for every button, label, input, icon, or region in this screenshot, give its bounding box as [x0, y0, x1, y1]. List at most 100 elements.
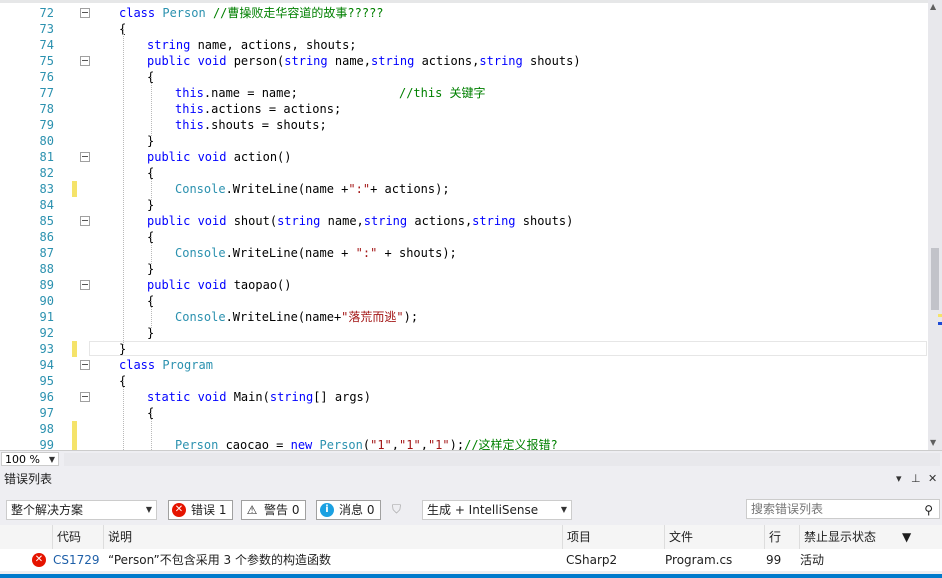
search-error-list[interactable]: ⚲ [746, 499, 940, 519]
warnings-filter-button[interactable]: ⚠ 警告 0 [241, 500, 306, 520]
code-token: .name = name; [203, 86, 298, 100]
code-token: shout( [226, 214, 278, 228]
code-line[interactable]: this.actions = actions; [175, 101, 341, 117]
indent-guide [151, 237, 152, 264]
col-suppression[interactable]: 禁止显示状态 [799, 525, 942, 549]
table-row[interactable]: ✕ CS1729 “Person”不包含采用 3 个参数的构造函数 CSharp… [0, 549, 942, 571]
panel-title-bar: 错误列表 ▾ ⊥ ✕ [0, 468, 942, 490]
indent-guide [151, 301, 152, 328]
code-token: .WriteLine(name + [225, 246, 356, 260]
code-token: } [147, 134, 155, 148]
line-number: 97 [39, 406, 54, 420]
collapse-icon[interactable] [80, 56, 90, 66]
line-number: 73 [39, 22, 54, 36]
code-token: this [175, 102, 204, 116]
col-file[interactable]: 文件 [664, 525, 764, 549]
code-token: shouts) [515, 214, 574, 228]
line-number: 92 [39, 326, 54, 340]
collapse-icon[interactable] [80, 216, 90, 226]
chevron-down-icon: ▼ [48, 455, 55, 464]
build-select[interactable]: 生成 + IntelliSense ▼ [422, 500, 572, 520]
col-project[interactable]: 项目 [562, 525, 664, 549]
error-icon: ✕ [32, 553, 46, 567]
code-token: action() [226, 150, 292, 164]
code-line[interactable]: class Program [119, 357, 213, 373]
code-token: public void [147, 214, 227, 228]
zoom-dropdown[interactable]: 100 % ▼ [1, 452, 59, 466]
line-number: 84 [39, 198, 54, 212]
col-line[interactable]: 行 [764, 525, 799, 549]
scope-select[interactable]: 整个解决方案 ▼ [6, 500, 157, 520]
line-number: 75 [39, 54, 54, 68]
code-token: "1" [370, 438, 392, 450]
code-token: this [175, 118, 204, 132]
line-number: 72 [39, 6, 54, 20]
code-line[interactable]: static void Main(string[] args) [147, 389, 371, 405]
build-select-value: 生成 + IntelliSense [427, 503, 539, 517]
error-suppression: 活动 [800, 553, 825, 567]
code-token: + shouts); [377, 246, 457, 260]
filter-icon[interactable]: ▼ [902, 530, 911, 544]
error-description: “Person”不包含采用 3 个参数的构造函数 [108, 553, 331, 567]
code-token: name, [327, 54, 371, 68]
change-indicator [72, 437, 77, 450]
code-token: [] args) [313, 390, 371, 404]
code-line[interactable]: this.shouts = shouts; [175, 117, 327, 133]
code-token: Person [162, 6, 206, 20]
collapse-icon[interactable] [80, 392, 90, 402]
col-code[interactable]: 代码 [52, 525, 103, 549]
error-code[interactable]: CS1729 [53, 549, 100, 571]
code-token: this [175, 86, 204, 100]
code-token: + actions); [370, 182, 450, 196]
code-line[interactable]: string name, actions, shouts; [147, 37, 357, 53]
code-line[interactable]: public void taopao() [147, 277, 292, 293]
messages-filter-button[interactable]: i 消息 0 [316, 500, 381, 520]
scroll-up-icon[interactable]: ▲ [930, 2, 936, 11]
code-line[interactable]: this.name = name; //this 关键字 [175, 85, 486, 101]
collapse-icon[interactable] [80, 280, 90, 290]
dropdown-icon[interactable]: ▾ [896, 468, 902, 490]
line-number: 83 [39, 182, 54, 196]
search-input[interactable] [751, 502, 911, 516]
collapse-icon[interactable] [80, 360, 90, 370]
code-token: public void [147, 278, 227, 292]
editor-top-border [0, 0, 942, 3]
horizontal-scrollbar[interactable] [64, 453, 940, 466]
code-line[interactable]: Person caocao = new Person("1","1","1");… [175, 437, 558, 450]
line-number: 82 [39, 166, 54, 180]
code-line[interactable]: Console.WriteLine(name+"落荒而逃"); [175, 309, 418, 325]
line-number: 87 [39, 246, 54, 260]
line-number: 88 [39, 262, 54, 276]
col-description[interactable]: 说明 [103, 525, 562, 549]
code-line[interactable]: Console.WriteLine(name + ":" + shouts); [175, 245, 457, 261]
indent-guide [151, 173, 152, 200]
line-number: 94 [39, 358, 54, 372]
close-icon[interactable]: ✕ [928, 468, 937, 490]
code-line[interactable]: public void action() [147, 149, 292, 165]
code-token: Console [175, 310, 226, 324]
code-line[interactable]: class Person //曹操败走华容道的故事????? [119, 5, 384, 21]
collapse-icon[interactable] [80, 8, 90, 18]
collapse-icon[interactable] [80, 152, 90, 162]
code-token: ":" [348, 182, 371, 196]
vertical-scrollbar[interactable]: ▲ ▼ [928, 0, 942, 450]
code-token: class [119, 358, 163, 372]
errors-filter-button[interactable]: ✕ 错误 1 [168, 500, 233, 520]
code-token: , [420, 438, 428, 450]
warning-icon: ⚠ [246, 503, 258, 517]
code-token: string [147, 38, 191, 52]
change-indicator [72, 421, 77, 437]
indent-guide [123, 381, 124, 450]
line-number: 89 [39, 278, 54, 292]
code-line[interactable]: public void shout(string name,string act… [147, 213, 573, 229]
code-token: Console [175, 182, 226, 196]
pin-icon[interactable]: ⊥ [911, 468, 921, 490]
filter-icon[interactable]: ⛉ [392, 502, 401, 517]
code-line[interactable]: Console.WriteLine(name +":"+ actions); [175, 181, 450, 197]
code-token: Main( [226, 390, 270, 404]
scroll-down-icon[interactable]: ▼ [930, 438, 936, 447]
code-line[interactable]: public void person(string name,string ac… [147, 53, 581, 69]
scrollbar-thumb[interactable] [931, 248, 939, 310]
code-editor[interactable]: 72 class Person //曹操败走华容道的故事????? 73{74 str… [0, 0, 942, 450]
search-icon[interactable]: ⚲ [924, 501, 933, 519]
